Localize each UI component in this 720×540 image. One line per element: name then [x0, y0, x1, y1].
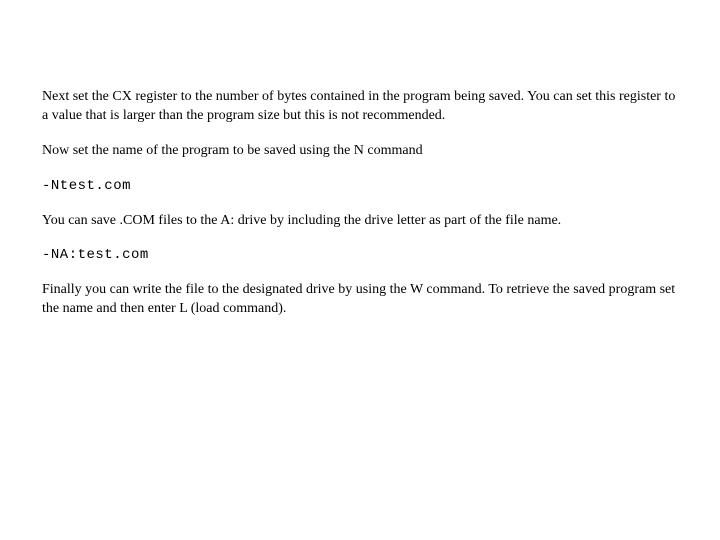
code-na-test: -NA:test.com — [42, 246, 678, 265]
paragraph-cx-register: Next set the CX register to the number o… — [42, 88, 678, 126]
paragraph-w-command: Finally you can write the file to the de… — [42, 281, 678, 319]
paragraph-n-command: Now set the name of the program to be sa… — [42, 142, 678, 161]
code-ntest: -Ntest.com — [42, 177, 678, 196]
paragraph-a-drive: You can save .COM files to the A: drive … — [42, 212, 678, 231]
